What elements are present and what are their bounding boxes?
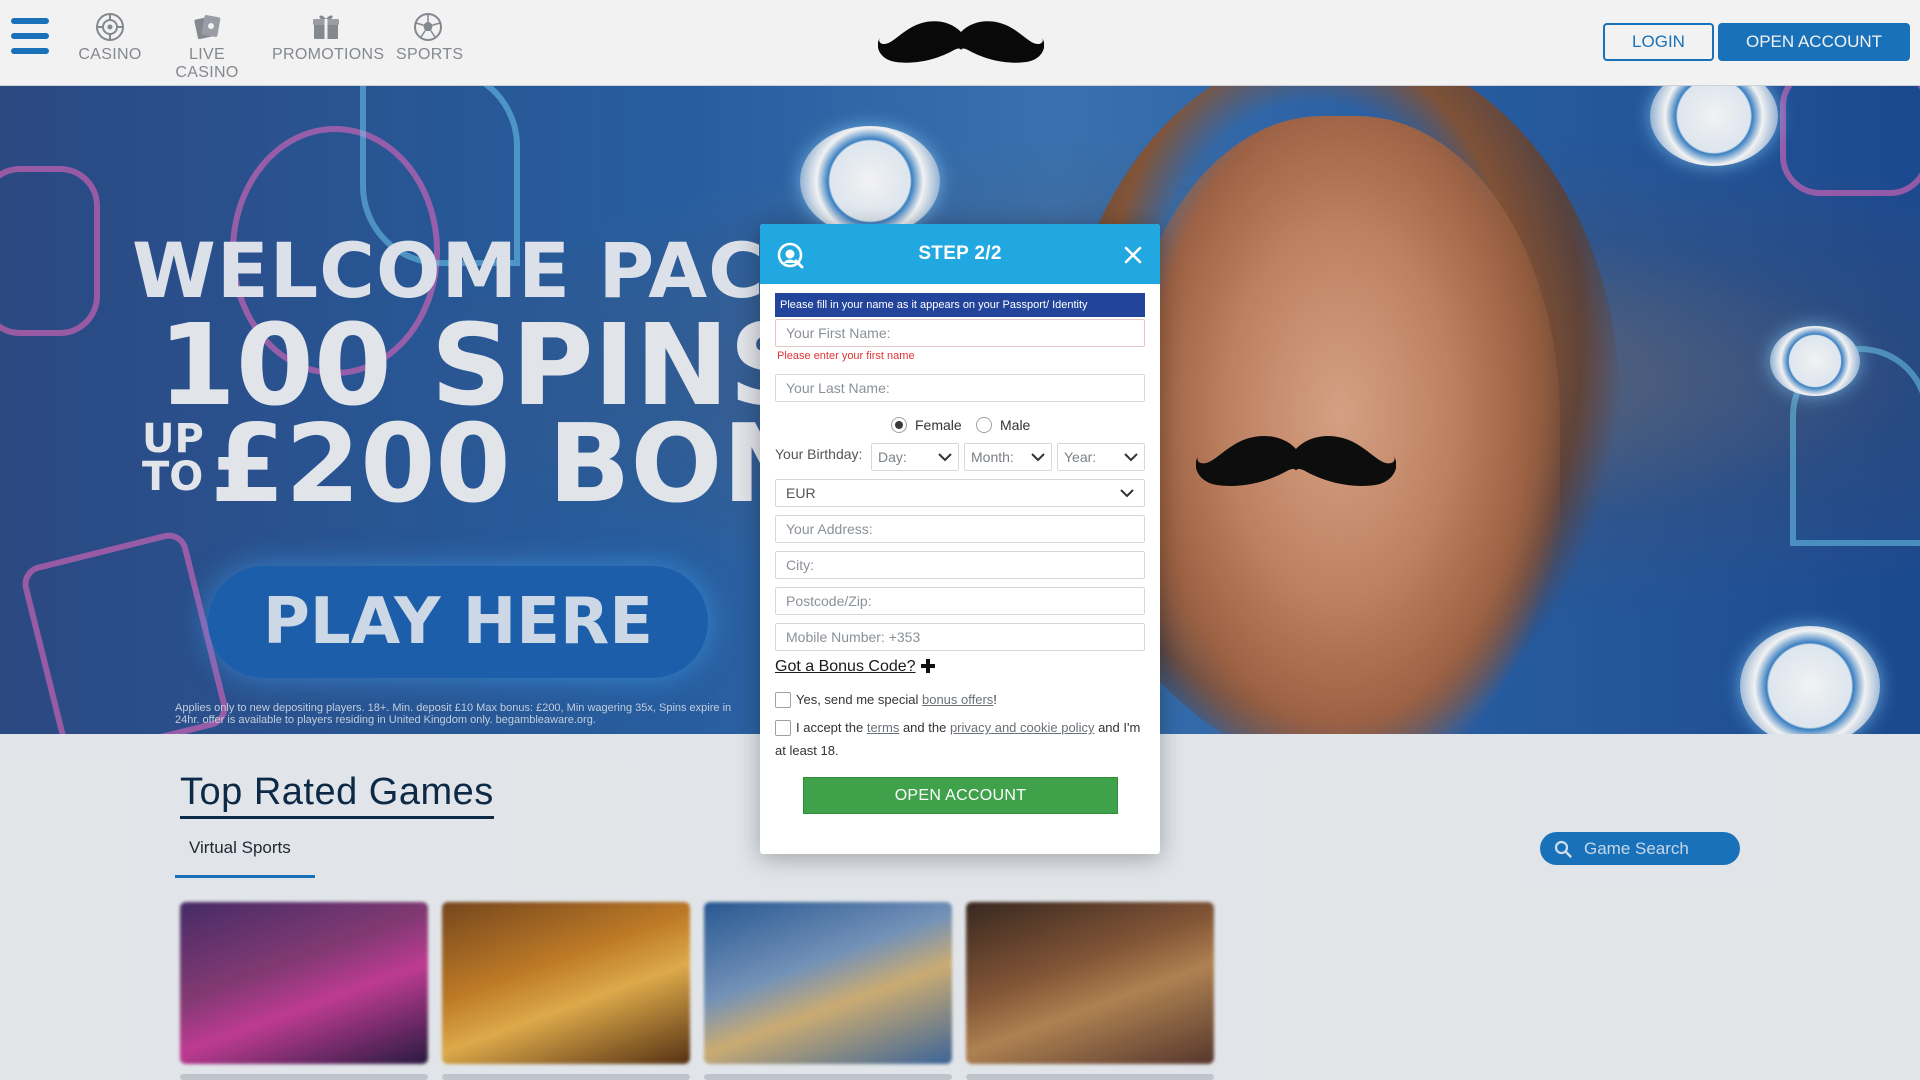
- female-label: Female: [915, 417, 962, 433]
- male-radio[interactable]: [976, 417, 992, 433]
- modal-title: STEP 2/2: [918, 243, 1002, 264]
- first-name-error: Please enter your first name: [777, 350, 915, 362]
- birthday-month-select[interactable]: Month:: [964, 443, 1052, 471]
- chevron-down-icon: [938, 453, 952, 462]
- birthday-year-select[interactable]: Year:: [1057, 443, 1145, 471]
- close-icon[interactable]: [1124, 246, 1142, 264]
- plus-icon[interactable]: [920, 658, 936, 674]
- birthday-label: Your Birthday:: [775, 446, 863, 462]
- currency-value: EUR: [786, 485, 816, 501]
- city-field[interactable]: [775, 551, 1145, 579]
- female-radio[interactable]: [891, 417, 907, 433]
- currency-select[interactable]: EUR: [775, 479, 1145, 507]
- chevron-down-icon: [1124, 453, 1138, 462]
- postcode-field[interactable]: [775, 587, 1145, 615]
- mobile-number-field[interactable]: [775, 623, 1145, 651]
- gender-female-option[interactable]: Female: [891, 416, 962, 434]
- year-select-value: Year:: [1064, 449, 1097, 465]
- first-name-field[interactable]: [775, 319, 1145, 347]
- name-info-banner: Please fill in your name as it appears o…: [775, 293, 1145, 317]
- registration-modal: STEP 2/2 Please fill in your name as it …: [760, 224, 1160, 854]
- bonus-offers-consent-text: Yes, send me special bonus offers!: [796, 692, 997, 707]
- chevron-down-icon: [1120, 489, 1134, 498]
- bonus-offers-link[interactable]: bonus offers: [922, 692, 993, 707]
- terms-consent-text: I accept the terms and the privacy and c…: [775, 720, 1141, 758]
- open-account-submit-button[interactable]: OPEN ACCOUNT: [803, 777, 1118, 814]
- terms-link[interactable]: terms: [867, 720, 900, 735]
- bonus-code-link[interactable]: Got a Bonus Code?: [775, 658, 916, 676]
- address-field[interactable]: [775, 515, 1145, 543]
- day-select-value: Day:: [878, 449, 907, 465]
- modal-header: STEP 2/2: [760, 224, 1160, 284]
- gender-male-option[interactable]: Male: [976, 416, 1030, 434]
- privacy-policy-link[interactable]: privacy and cookie policy: [950, 720, 1095, 735]
- chevron-down-icon: [1031, 453, 1045, 462]
- birthday-day-select[interactable]: Day:: [871, 443, 959, 471]
- bonus-offers-checkbox[interactable]: [775, 692, 791, 708]
- male-label: Male: [1000, 417, 1031, 433]
- month-select-value: Month:: [971, 449, 1014, 465]
- last-name-field[interactable]: [775, 374, 1145, 402]
